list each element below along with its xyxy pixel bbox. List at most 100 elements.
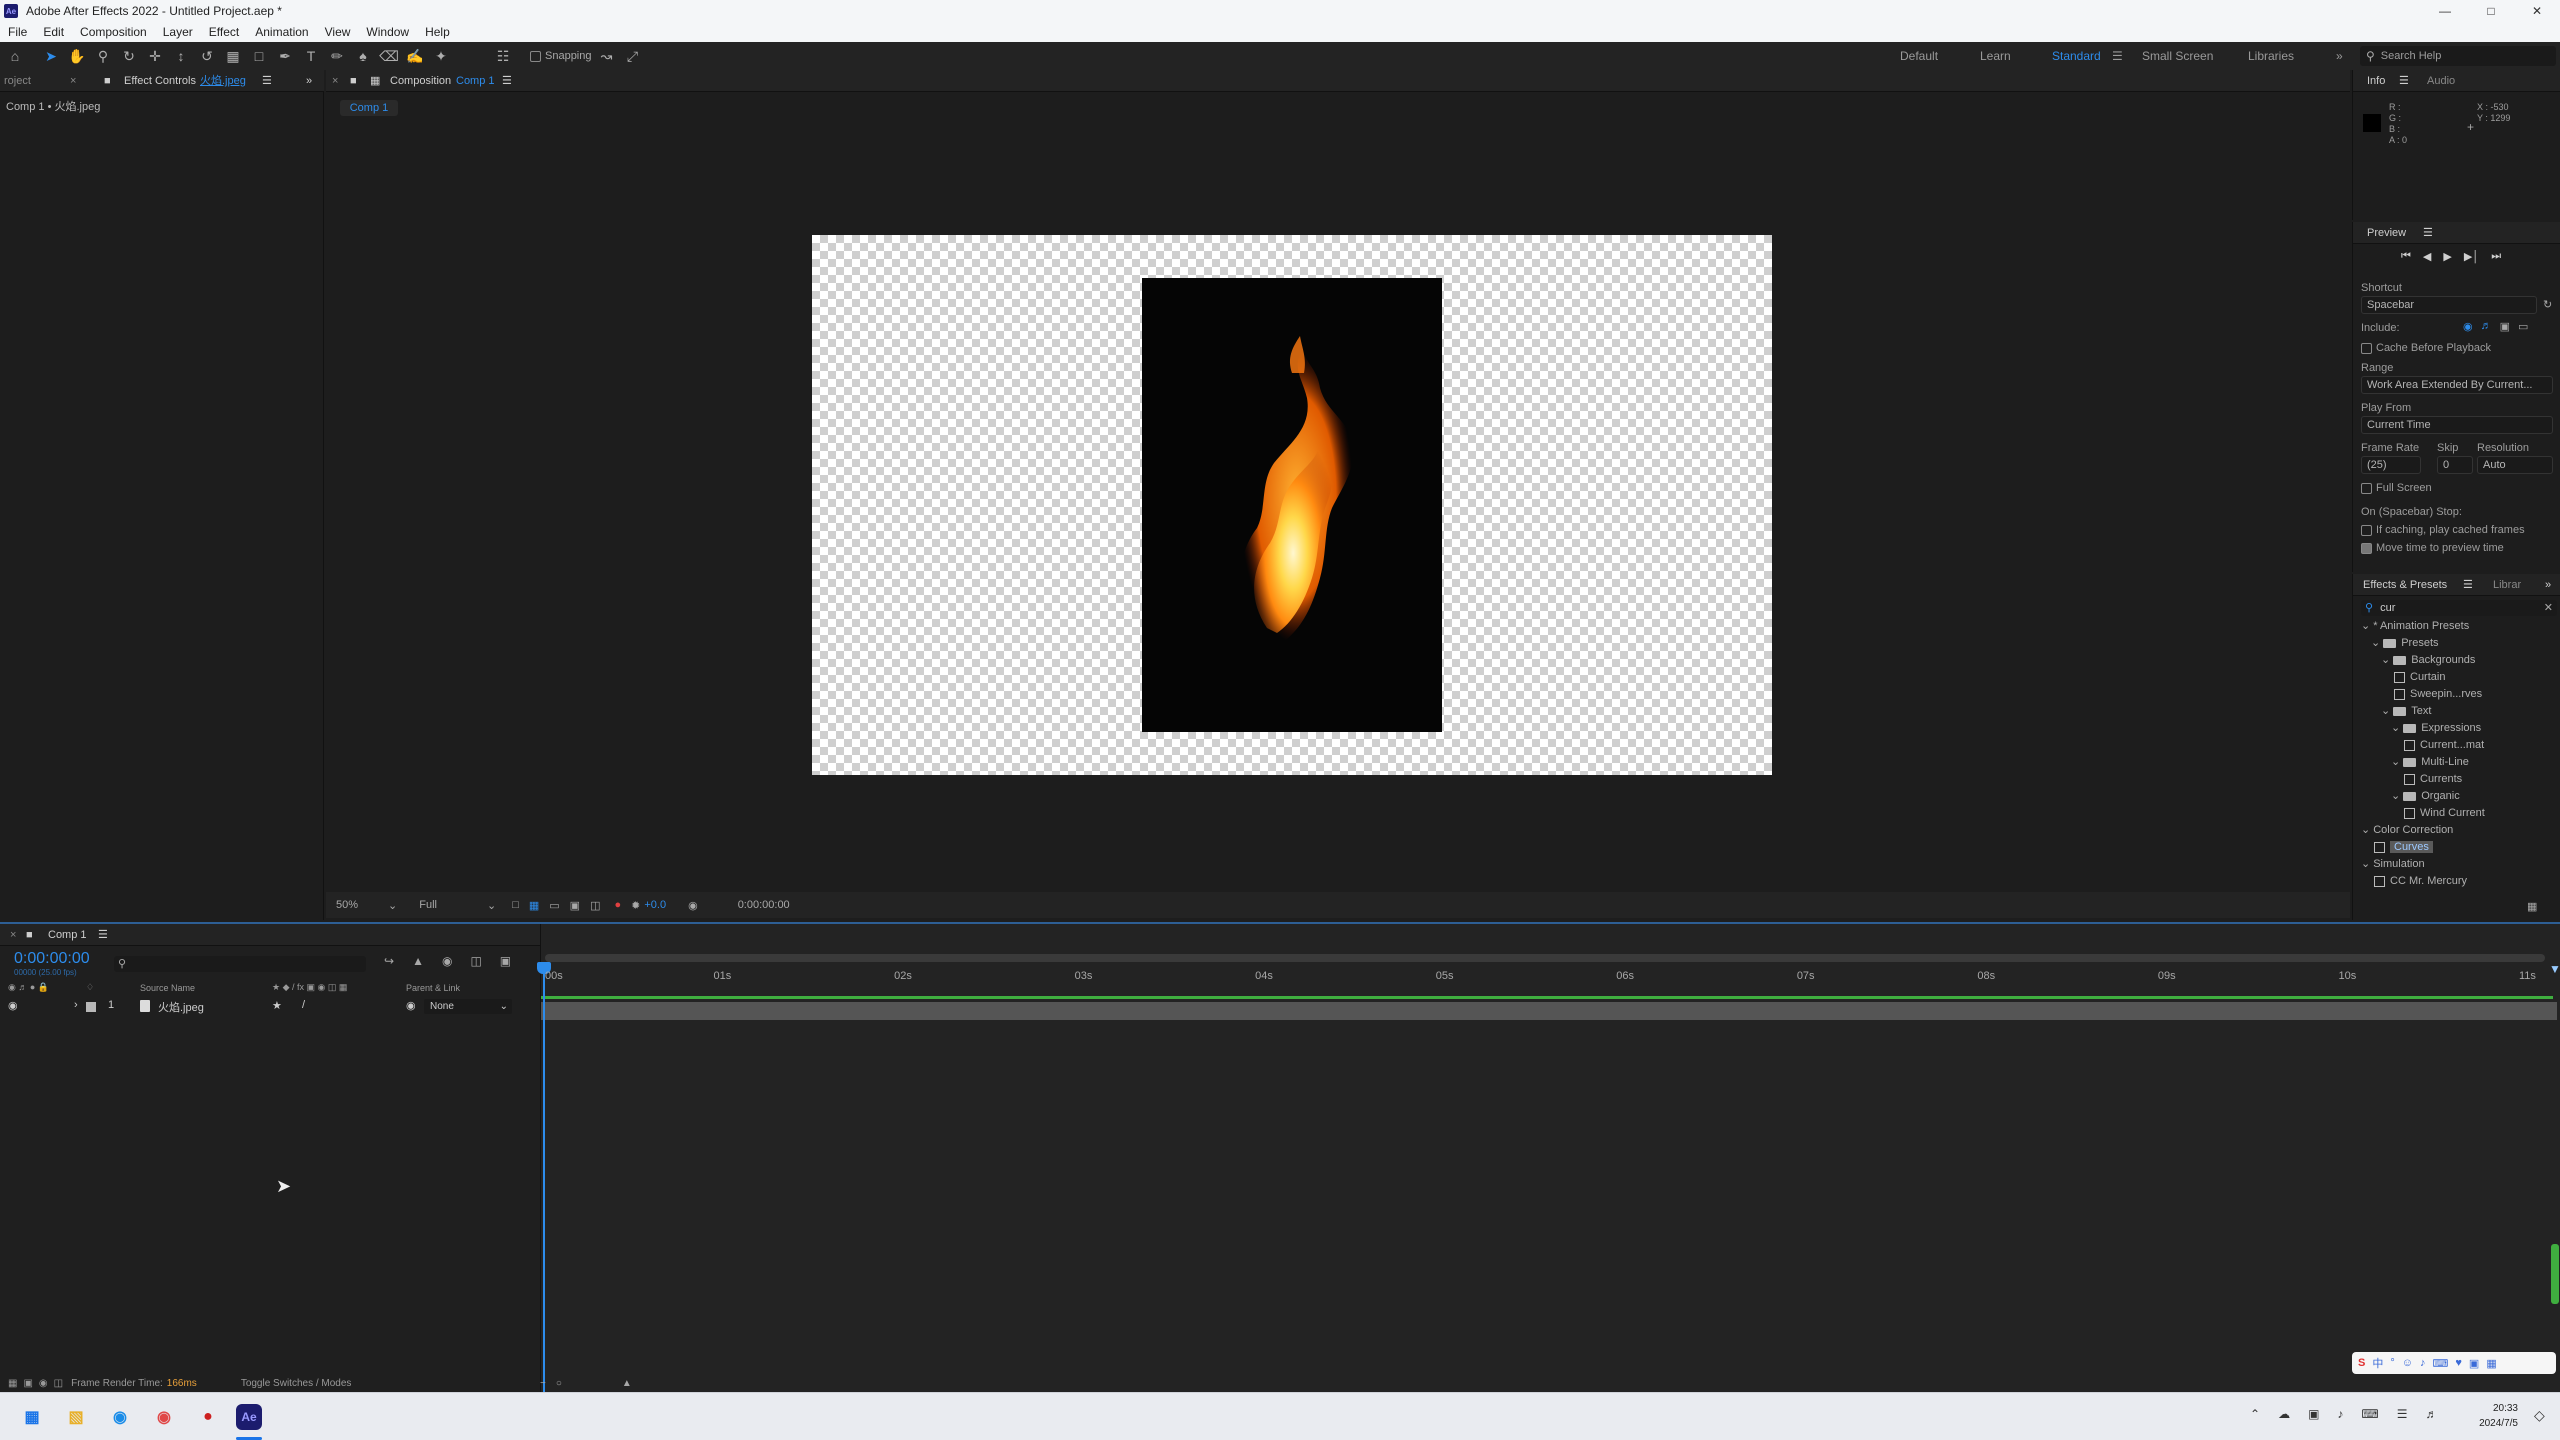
clear-search-icon[interactable]: ✕ [2544,600,2553,616]
range-dropdown[interactable]: Work Area Extended By Current... [2361,376,2553,394]
effects-tree-item[interactable]: ⌄ Simulation [2361,856,2425,873]
play-icon[interactable]: ▶ [2443,250,2451,263]
chevron-down-icon[interactable]: ⌄ [2361,620,2370,632]
panel-menu-icon[interactable]: ☰ [2399,72,2409,90]
orbit-tool-icon[interactable]: ↻ [118,45,140,67]
after-effects-taskbar-icon[interactable]: Ae [236,1404,262,1430]
resolution-dropdown[interactable]: Full [419,899,437,911]
effects-search-input[interactable]: ⚲ cur ✕ [2361,600,2557,616]
effects-tree-item[interactable]: Curtain [2391,669,2445,686]
tab-info[interactable]: Info [2367,72,2385,90]
effects-tree-item[interactable]: Wind Current [2401,805,2485,822]
snap-options-icon[interactable]: ↝ [596,45,618,67]
resolution-chevron-icon[interactable]: ⌄ [487,899,496,912]
home-icon[interactable]: ⌂ [4,45,26,67]
include-external-icon[interactable]: ▭ [2518,320,2528,333]
effects-tree-item[interactable]: ⌄ Presets [2371,635,2439,652]
fit-icon[interactable]: □ [512,899,519,911]
col-source-name[interactable]: Source Name [140,983,195,993]
move-time-option[interactable]: Move time to preview time [2361,542,2504,554]
expand-panels-icon[interactable]: » [2545,576,2551,594]
panel-menu-icon[interactable]: ☰ [262,72,272,90]
tab-composition[interactable]: Composition [390,72,451,90]
effects-tree-item[interactable]: ⌄ Organic [2391,788,2460,805]
workspace-learn[interactable]: Learn [1980,42,2011,70]
include-video-icon[interactable]: ◉ [2463,320,2473,333]
workspace-menu-icon[interactable]: ☰ [2112,42,2123,70]
play-from-dropdown[interactable]: Current Time [2361,416,2553,434]
chevron-down-icon[interactable]: ⌄ [2361,824,2370,836]
tab-audio[interactable]: Audio [2427,72,2455,90]
more-workspaces-icon[interactable]: » [2336,42,2343,70]
close-tab-icon[interactable]: × [70,72,76,90]
edge-browser-icon[interactable]: ◉ [104,1401,136,1433]
expand-panels-icon[interactable]: » [306,72,312,90]
effects-tree-item[interactable]: Current...mat [2401,737,2484,754]
timeline-search-input[interactable]: ⚲ [114,956,366,972]
timeline-track-area[interactable]: ▼ [537,924,2560,1394]
timeline-scrollbar[interactable] [2551,1244,2559,1304]
fire-image-layer[interactable] [1142,278,1442,732]
type-tool-icon[interactable]: T [300,45,322,67]
tab-effect-controls[interactable]: Effect Controls [124,72,196,90]
chevron-down-icon[interactable]: ⌄ [2371,637,2380,649]
toggle-switches-modes[interactable]: Toggle Switches / Modes [241,1378,352,1389]
reset-icon[interactable]: ↻ [2543,298,2552,311]
toggle-in-out-icon[interactable]: ◉ [39,1378,48,1389]
chevron-down-icon[interactable]: ⌄ [2381,654,2390,666]
file-explorer-icon[interactable]: ▧ [60,1401,92,1433]
roto-brush-tool-icon[interactable]: ✍ [404,45,426,67]
axis-icon[interactable]: ☷ [492,45,514,67]
chevron-down-icon[interactable]: ⌄ [2381,705,2390,717]
viewer-timecode[interactable]: 0:00:00:00 [738,899,790,911]
comp-subtab[interactable]: Comp 1 [340,100,398,116]
zoom-tool-icon[interactable]: ⚲ [92,45,114,67]
ime-menu-icon[interactable]: ▦ [2486,1357,2496,1370]
prev-frame-icon[interactable]: ◀ [2423,250,2431,263]
include-overlay-icon[interactable]: ▣ [2500,320,2510,333]
zoom-out-icon[interactable]: − [540,1378,546,1389]
tab-effects-presets[interactable]: Effects & Presets [2363,576,2447,594]
chevron-down-icon[interactable]: ⌄ [2361,858,2370,870]
new-folder-icon[interactable]: ▦ [2527,900,2537,913]
rotate-tool-icon[interactable]: ↺ [196,45,218,67]
skin-icon[interactable]: ♥ [2455,1357,2462,1369]
pan-tool-icon[interactable]: ✛ [144,45,166,67]
effects-tree-item[interactable]: ⌄ Text [2381,703,2431,720]
notification-bell-icon[interactable]: ◇ [2534,1407,2545,1424]
search-help-box[interactable]: ⚲ Search Help [2360,46,2556,66]
full-screen-checkbox[interactable] [2361,482,2372,494]
snapping-toggle[interactable]: Snapping [530,50,592,62]
pan-behind-tool-icon[interactable]: ▦ [222,45,244,67]
transparency-grid-icon[interactable]: ▦ [529,899,539,912]
maximize-button[interactable]: □ [2468,0,2514,22]
clone-stamp-tool-icon[interactable]: ♠ [352,45,374,67]
hand-tool-icon[interactable]: ✋ [66,45,88,67]
punctuation-icon[interactable]: ° [2390,1357,2394,1369]
zoom-slider-knob[interactable]: ○ [556,1378,562,1389]
menu-layer[interactable]: Layer [155,25,201,39]
current-time-indicator[interactable] [543,964,545,1394]
toolbox-icon[interactable]: ▣ [2469,1357,2479,1370]
toggle-layer-switches-icon[interactable]: ▦ [8,1378,17,1389]
frame-blending-icon[interactable]: ◫ [470,954,481,968]
workspace-standard[interactable]: Standard [2052,42,2101,70]
layer-label-color[interactable] [86,1002,96,1012]
work-area-end-icon[interactable]: ▼ [2549,962,2560,976]
exposure-icon[interactable]: ✹ [631,899,640,912]
include-audio-icon[interactable]: ♬ [2481,320,2492,333]
rectangle-tool-icon[interactable]: □ [248,45,270,67]
col-parent-link[interactable]: Parent & Link [406,983,460,993]
effects-tree-item[interactable]: ⌄ Color Correction [2361,822,2453,839]
usb-icon[interactable]: ▣ [2308,1407,2319,1421]
layer-name[interactable]: 火焰.jpeg [158,999,204,1015]
effects-tree-item[interactable]: Curves [2371,839,2433,856]
work-area-bar[interactable] [545,954,2545,962]
emoji-icon[interactable]: ☺ [2402,1357,2413,1369]
menu-view[interactable]: View [317,25,359,39]
resolution-dropdown[interactable]: Auto [2477,456,2553,474]
menu-effect[interactable]: Effect [201,25,247,39]
mic-tray-icon[interactable]: ♪ [2337,1407,2343,1421]
next-frame-icon[interactable]: ▶│ [2464,250,2479,263]
menu-composition[interactable]: Composition [72,25,155,39]
